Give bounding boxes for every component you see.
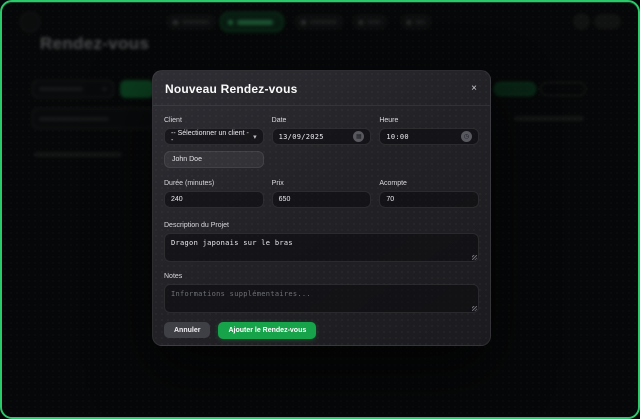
duration-input[interactable] [164, 191, 264, 208]
field-description: Description du Projet Dragon japonais su… [164, 222, 479, 262]
client-suggestion-label: John Doe [172, 156, 202, 163]
prix-label: Prix [272, 180, 372, 187]
client-suggestion-item[interactable]: John Doe [164, 151, 264, 168]
description-label: Description du Projet [164, 222, 479, 229]
notes-label: Notes [164, 273, 479, 280]
time-value: 10:00 [386, 133, 409, 141]
app-window: Rendez-vous Nouveau Rendez-vous × Client [0, 0, 640, 419]
notes-textarea[interactable] [164, 284, 479, 313]
modal-header: Nouveau Rendez-vous × [153, 71, 490, 106]
modal-title: Nouveau Rendez-vous [165, 82, 298, 96]
deposit-input[interactable] [379, 191, 479, 208]
date-value: 13/09/2025 [279, 133, 324, 141]
modal-body: Client -- Sélectionner un client -- ▾ Jo… [153, 106, 490, 313]
cancel-button[interactable]: Annuler [164, 322, 210, 338]
acompte-label: Acompte [379, 180, 479, 187]
submit-appointment-button[interactable]: Ajouter le Rendez-vous [218, 322, 316, 339]
field-acompte: Acompte [379, 180, 479, 208]
heure-label: Heure [379, 117, 479, 124]
date-input[interactable]: 13/09/2025 ▦ [272, 128, 372, 145]
field-heure: Heure 10:00 ◷ [379, 117, 479, 168]
resize-handle[interactable] [472, 255, 477, 260]
clock-icon[interactable]: ◷ [461, 131, 472, 142]
client-select[interactable]: -- Sélectionner un client -- ▾ [164, 128, 264, 145]
modal-footer: Annuler Ajouter le Rendez-vous [153, 313, 490, 339]
chevron-down-icon: ▾ [253, 133, 257, 141]
field-prix: Prix [272, 180, 372, 208]
field-duree: Durée (minutes) [164, 180, 264, 208]
calendar-icon[interactable]: ▦ [353, 131, 364, 142]
price-input[interactable] [272, 191, 372, 208]
description-textarea[interactable]: Dragon japonais sur le bras [164, 233, 479, 262]
field-client: Client -- Sélectionner un client -- ▾ Jo… [164, 117, 264, 168]
client-select-value: -- Sélectionner un client -- [171, 130, 249, 144]
client-label: Client [164, 117, 264, 124]
duree-label: Durée (minutes) [164, 180, 264, 187]
close-icon[interactable]: × [471, 84, 477, 94]
new-appointment-modal: Nouveau Rendez-vous × Client -- Sélectio… [152, 70, 491, 346]
time-input[interactable]: 10:00 ◷ [379, 128, 479, 145]
field-notes: Notes [164, 273, 479, 313]
resize-handle[interactable] [472, 306, 477, 311]
date-label: Date [272, 117, 372, 124]
field-date: Date 13/09/2025 ▦ [272, 117, 372, 168]
